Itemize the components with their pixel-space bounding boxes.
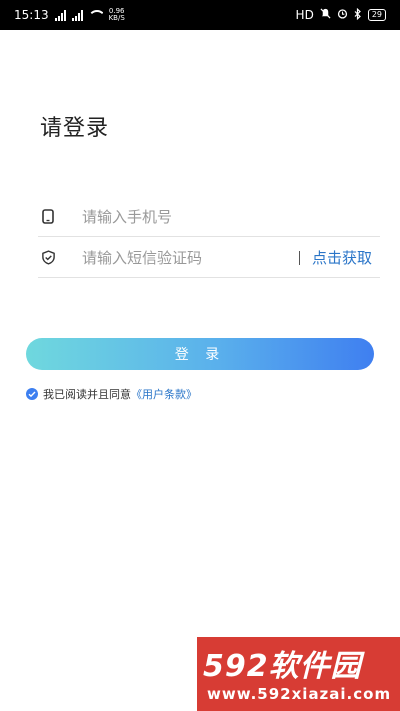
- net-speed-unit: KB/S: [108, 14, 125, 22]
- shield-check-icon: [40, 250, 56, 266]
- divider: [298, 250, 300, 265]
- net-speed: 0.96 KB/S: [109, 8, 125, 22]
- battery-level: 29: [371, 10, 382, 19]
- phone-row: [38, 197, 380, 237]
- status-time: 15:13: [14, 8, 49, 22]
- wifi-icon: [88, 10, 103, 20]
- watermark-url: www.592xiazai.com: [207, 685, 392, 703]
- terms-link[interactable]: 《用户条款》: [131, 386, 197, 402]
- hd-label: HD: [295, 8, 314, 22]
- phone-icon: [40, 209, 56, 225]
- login-button[interactable]: 登 录: [26, 338, 374, 370]
- battery-icon: 29: [367, 9, 386, 21]
- watermark-logo: 592软件园 www.592xiazai.com: [197, 637, 400, 711]
- phone-input[interactable]: [82, 201, 380, 232]
- watermark-brand: 592软件园: [203, 649, 362, 684]
- bluetooth-icon: [354, 7, 362, 23]
- status-bar: 15:13 0.96 KB/S HD 29: [0, 0, 400, 30]
- mute-icon: [320, 8, 331, 22]
- alarm-icon: [337, 8, 348, 22]
- signal-icon: [54, 9, 66, 21]
- agreement-text: 我已阅读并且同意: [43, 388, 131, 401]
- agreement-row: 我已阅读并且同意 《用户条款》: [26, 386, 197, 402]
- sms-code-input[interactable]: [82, 242, 299, 273]
- status-bar-left: 15:13 0.96 KB/S: [14, 8, 125, 23]
- code-row: 点击获取: [38, 238, 380, 278]
- checkbox-checked-icon[interactable]: [26, 388, 38, 400]
- page-title: 请登录: [40, 116, 110, 141]
- status-bar-right: HD 29: [295, 7, 386, 23]
- signal-icon-2: [71, 9, 83, 21]
- get-code-button[interactable]: 点击获取: [312, 247, 380, 268]
